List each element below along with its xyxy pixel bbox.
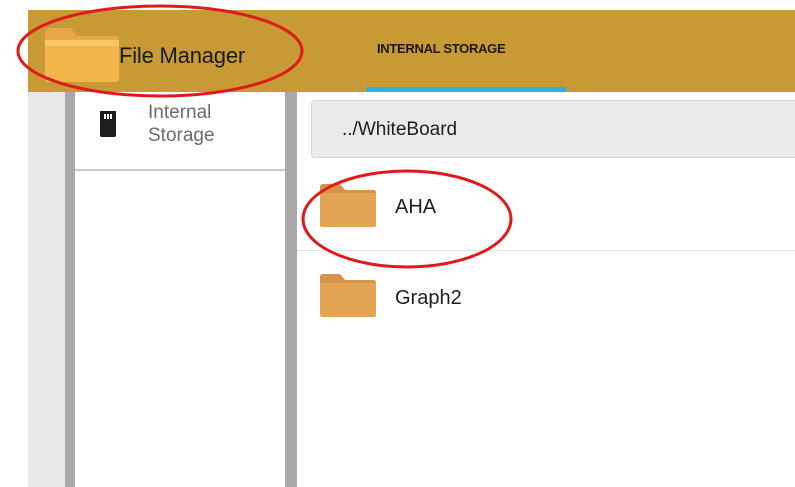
file-row-aha[interactable]: AHA xyxy=(297,164,795,251)
path-text: ../WhiteBoard xyxy=(342,119,458,140)
sidebar-item-internal-storage[interactable]: Internal Storage xyxy=(75,92,285,171)
file-name: Graph2 xyxy=(395,287,462,309)
path-breadcrumb[interactable]: ../WhiteBoard xyxy=(311,100,795,158)
sidebar: Internal Storage xyxy=(75,92,285,487)
app-title: File Manager xyxy=(119,43,245,68)
file-name: AHA xyxy=(395,196,437,218)
file-row-graph2[interactable]: Graph2 xyxy=(297,250,795,336)
app-header: File Manager INTERNAL STORAGE xyxy=(28,10,795,92)
tab-label: INTERNAL STORAGE xyxy=(377,41,506,56)
folder-icon xyxy=(45,28,119,82)
sidebar-divider xyxy=(285,92,297,487)
folder-icon xyxy=(320,184,376,227)
file-manager-window: File Manager INTERNAL STORAGE Internal S… xyxy=(28,10,795,487)
folder-icon xyxy=(320,274,376,317)
sd-card-icon xyxy=(100,111,116,137)
sidebar-item-label: Internal Storage xyxy=(148,102,215,146)
file-list-panel: ../WhiteBoard AHA Graph2 xyxy=(297,92,795,487)
left-gutter xyxy=(28,92,65,487)
left-divider xyxy=(65,92,75,487)
tab-internal-storage[interactable]: INTERNAL STORAGE xyxy=(356,10,566,92)
